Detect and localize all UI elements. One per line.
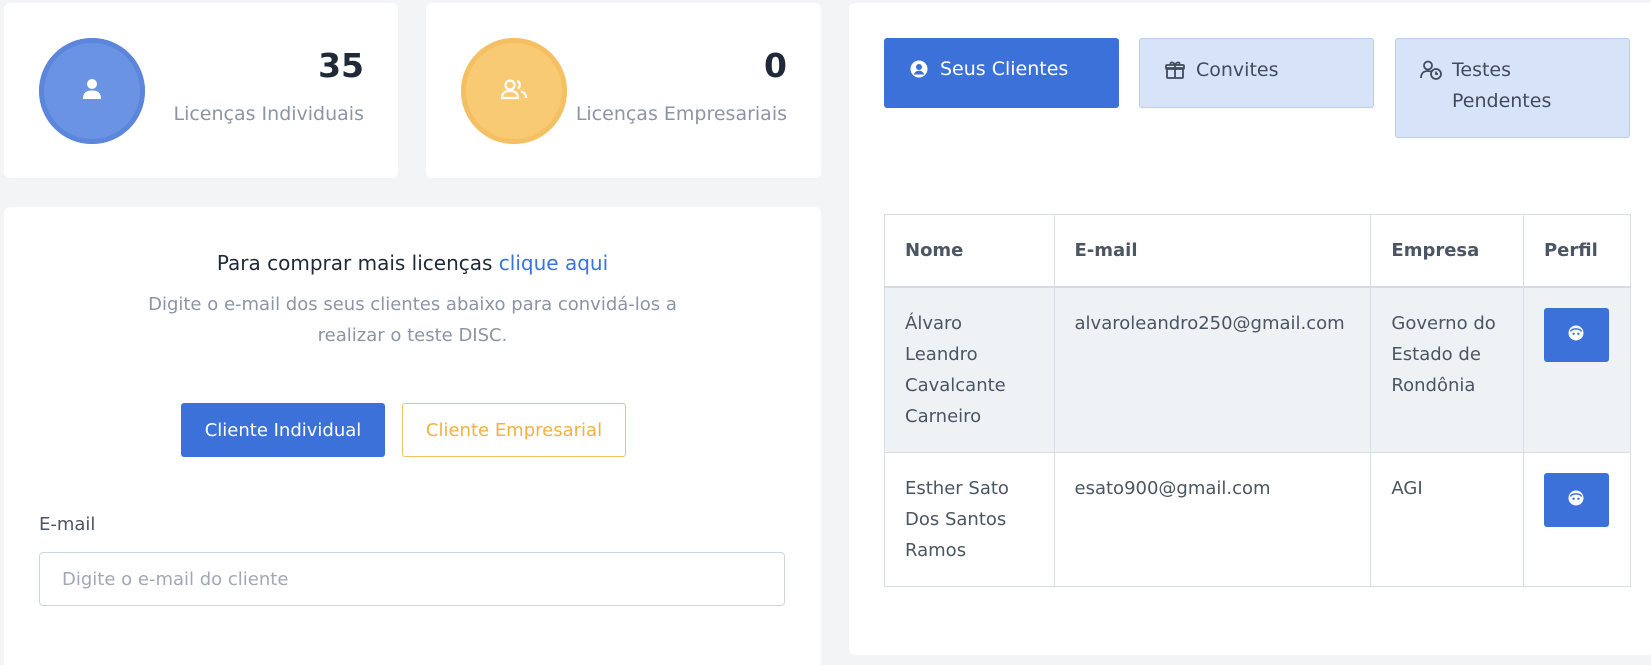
table-row: Esther Sato Dos Santos Ramos esato900@gm…	[884, 451, 1632, 587]
column-header-email: E-mail	[1053, 214, 1372, 288]
user-icon	[82, 78, 102, 104]
stat-label-individual: Licenças Individuais	[173, 103, 364, 125]
client-email-input[interactable]	[39, 552, 785, 606]
email-label: E-mail	[39, 514, 96, 535]
stat-value-empresarial: 0	[764, 46, 787, 85]
column-header-nome: Nome	[884, 214, 1055, 288]
tab-label: Convites	[1196, 59, 1279, 81]
column-header-empresa: Empresa	[1370, 214, 1524, 288]
user-circle-icon	[908, 58, 930, 80]
user-clock-icon	[1420, 59, 1442, 81]
invite-heading-text: Para comprar mais licenças	[216, 251, 493, 275]
face-icon	[1568, 325, 1584, 344]
buy-licenses-link[interactable]: clique aqui	[499, 251, 608, 275]
clients-table: Nome E-mail Empresa Perfil Álvaro Leandr…	[884, 214, 1632, 587]
invite-description: Digite o e-mail dos seus clientes abaixo…	[148, 294, 677, 346]
gift-icon	[1164, 59, 1186, 81]
tab-testes-pendentes[interactable]: Testes Pendentes	[1395, 38, 1630, 138]
users-icon	[500, 78, 528, 104]
table-header-row: Nome E-mail Empresa Perfil	[884, 214, 1632, 288]
stat-label-empresarial: Licenças Empresariais	[575, 103, 787, 125]
cell-email: alvaroleandro250@gmail.com	[1053, 286, 1372, 453]
view-profile-button[interactable]	[1543, 307, 1609, 362]
invite-heading: Para comprar mais licenças clique aqui	[4, 251, 821, 275]
view-profile-button[interactable]	[1543, 472, 1609, 527]
table-row: Álvaro Leandro Cavalcante Carneiro alvar…	[884, 286, 1632, 453]
client-empresarial-button[interactable]: Cliente Empresarial	[402, 403, 626, 457]
tab-label: Testes Pendentes	[1452, 59, 1552, 112]
cell-empresa: AGI	[1370, 451, 1524, 587]
cell-nome: Álvaro Leandro Cavalcante Carneiro	[884, 286, 1055, 453]
tab-label: Seus Clientes	[940, 58, 1069, 80]
stat-circle-individual	[39, 38, 145, 144]
stat-value-individual: 35	[318, 46, 364, 85]
column-header-perfil: Perfil	[1522, 214, 1632, 288]
cell-perfil	[1522, 286, 1632, 453]
tab-seus-clientes[interactable]: Seus Clientes	[884, 38, 1119, 108]
client-individual-button[interactable]: Cliente Individual	[181, 403, 385, 457]
cell-email: esato900@gmail.com	[1053, 451, 1372, 587]
stat-circle-empresarial	[461, 38, 567, 144]
face-icon	[1568, 490, 1584, 509]
cell-perfil	[1522, 451, 1632, 587]
stat-card-individual: 35 Licenças Individuais	[4, 3, 398, 178]
stat-card-empresarial: 0 Licenças Empresariais	[426, 3, 821, 178]
invite-card: Para comprar mais licenças clique aqui D…	[4, 207, 821, 665]
cell-nome: Esther Sato Dos Santos Ramos	[884, 451, 1055, 587]
tab-convites[interactable]: Convites	[1139, 38, 1374, 108]
clients-card: Seus Clientes Convites Testes Pendentes …	[849, 3, 1651, 655]
cell-empresa: Governo do Estado de Rondônia	[1370, 286, 1524, 453]
